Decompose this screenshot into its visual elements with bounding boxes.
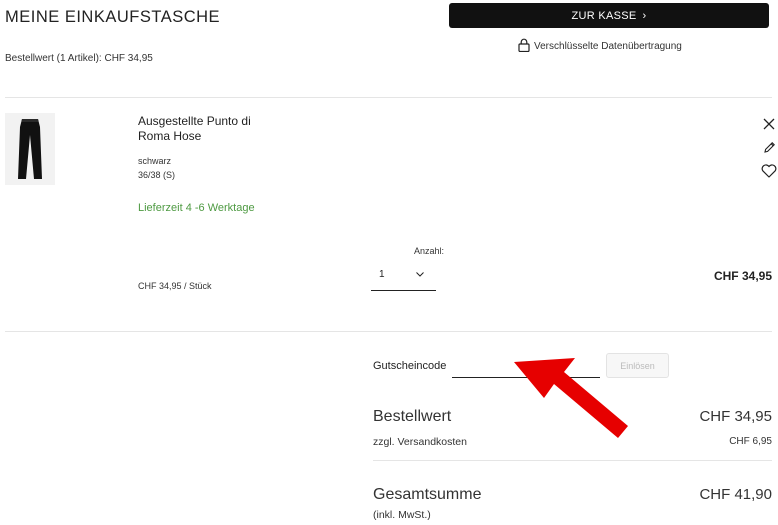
heart-icon <box>761 164 777 178</box>
voucher-code-input[interactable] <box>452 358 600 378</box>
edit-item-button[interactable] <box>760 138 778 156</box>
trousers-icon <box>18 119 42 179</box>
voucher-label: Gutscheincode <box>373 360 447 372</box>
divider-summary <box>373 460 772 461</box>
product-size: 36/38 (S) <box>138 170 176 180</box>
pencil-icon <box>763 141 775 153</box>
delivery-time: Lieferzeit 4 -6 Werktage <box>138 202 255 214</box>
total-label: Gesamtsumme <box>373 486 482 503</box>
product-color: schwarz <box>138 156 172 166</box>
checkout-button[interactable]: ZUR KASSE › <box>449 3 769 28</box>
secure-transfer-text: Verschlüsselte Datenübertragung <box>534 41 682 52</box>
total-tax-note: (inkl. MwSt.) <box>373 509 431 521</box>
quantity-value: 1 <box>379 268 385 280</box>
quantity-select[interactable]: 1 <box>371 258 436 291</box>
page-title: MEINE EINKAUFSTASCHE <box>5 8 221 26</box>
remove-item-button[interactable] <box>760 115 778 133</box>
divider-middle <box>5 331 772 332</box>
close-icon <box>763 118 775 130</box>
product-name[interactable]: Ausgestellte Punto di Roma Hose <box>138 114 278 144</box>
order-value-label: Bestellwert <box>373 408 452 425</box>
quantity-label: Anzahl: <box>414 246 445 256</box>
lock-icon <box>518 38 530 55</box>
redeem-button[interactable]: Einlösen <box>606 353 669 378</box>
order-value-summary: Bestellwert (1 Artikel): CHF 34,95 <box>5 53 153 64</box>
chevron-down-icon <box>416 269 424 280</box>
checkout-button-label: ZUR KASSE <box>571 9 637 22</box>
wishlist-button[interactable] <box>760 162 778 180</box>
chevron-right-icon: › <box>642 9 647 22</box>
shipping-amount: CHF 6,95 <box>729 436 772 447</box>
line-total: CHF 34,95 <box>713 269 772 283</box>
shipping-label: zzgl. Versandkosten <box>373 436 467 448</box>
unit-price: CHF 34,95 / Stück <box>138 281 212 291</box>
total-amount: CHF 41,90 <box>699 486 772 503</box>
product-thumbnail[interactable] <box>5 113 55 185</box>
divider-top <box>5 97 772 98</box>
order-value-amount: CHF 34,95 <box>699 408 772 425</box>
secure-transfer-info: Verschlüsselte Datenübertragung <box>518 38 682 55</box>
